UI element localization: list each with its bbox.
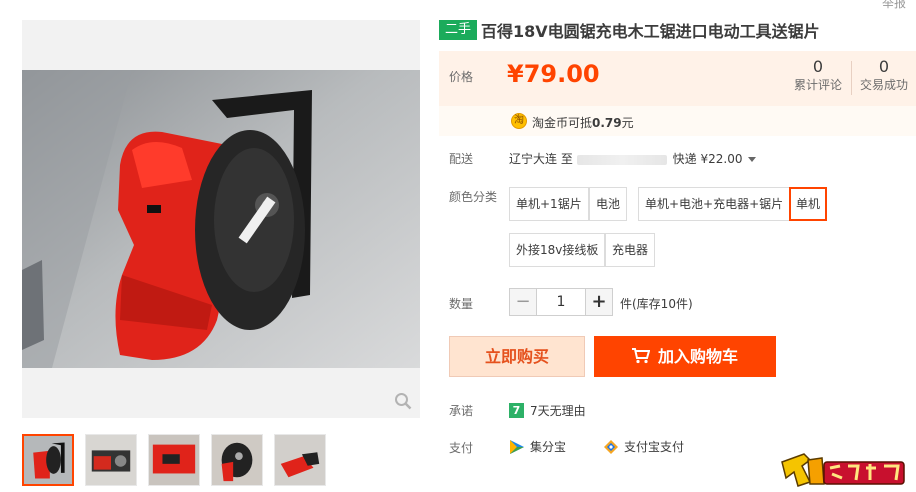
price-panel: 价格 ¥79.00 0 累计评论 0 交易成功	[439, 51, 916, 106]
shipping-fee: 快递 ¥22.00	[672, 152, 743, 166]
jifenbao-icon	[510, 439, 524, 454]
coin-amount: 0.79	[592, 116, 622, 130]
price-label: 价格	[449, 70, 474, 84]
watermark-logo	[781, 453, 905, 487]
stat-divider	[851, 61, 852, 95]
add-to-cart-button[interactable]: 加入购物车	[594, 336, 776, 377]
destination-blur	[576, 154, 667, 165]
sku-label: 颜色分类	[449, 190, 498, 204]
add-to-cart-label: 加入购物车	[657, 347, 738, 366]
sku-option-3[interactable]: 单机+电池+充电器+锯片	[638, 187, 791, 221]
thumbnail-3[interactable]	[148, 434, 200, 486]
promise-text: 7天无理由	[530, 404, 586, 418]
chevron-down-icon[interactable]	[748, 157, 757, 162]
report-link[interactable]: 举报	[882, 0, 906, 11]
sku-option-4[interactable]: 单机	[789, 187, 828, 221]
coin-suffix: 元	[621, 116, 634, 130]
deal-count-number: 0	[878, 57, 890, 76]
promise-label: 承诺	[449, 404, 474, 418]
stock-info: 件(库存10件)	[620, 297, 693, 311]
promise-item[interactable]: 7 7天无理由	[509, 402, 586, 419]
payment-jifenbao[interactable]: 集分宝	[509, 438, 566, 455]
shipping-info[interactable]: 辽宁大连 至 快递 ¥22.00	[509, 150, 757, 167]
sku-option-1[interactable]: 单机+1锯片	[509, 187, 589, 221]
main-image-area[interactable]	[22, 20, 420, 418]
sku-option-2[interactable]: 电池	[589, 187, 628, 221]
sku-option-5[interactable]: 外接18v接线板	[509, 233, 606, 267]
thumbnail-2[interactable]	[85, 434, 137, 486]
quantity-minus-button[interactable]: −	[509, 288, 537, 316]
thumbnail-5[interactable]	[274, 434, 326, 486]
quantity-label: 数量	[449, 297, 474, 311]
coin-text: 淘金币可抵0.79元	[532, 114, 634, 131]
shipping-label: 配送	[449, 152, 474, 166]
review-count[interactable]: 0 累计评论	[794, 57, 842, 93]
review-count-number: 0	[812, 57, 824, 76]
payment-label: 支付	[449, 441, 474, 455]
used-badge: 二手	[439, 20, 478, 40]
quantity-input[interactable]: 1	[537, 288, 585, 316]
payment-alipay[interactable]: 支付宝支付	[603, 438, 684, 455]
taobao-coin-row: 淘 淘金币可抵0.79元	[439, 106, 916, 136]
title-row: 二手 百得18V电圆锯充电木工锯进口电动工具送锯片	[439, 19, 820, 41]
review-count-label: 累计评论	[794, 78, 843, 92]
cart-icon	[631, 348, 650, 364]
product-title: 百得18V电圆锯充电木工锯进口电动工具送锯片	[481, 22, 820, 41]
seven-days-icon: 7	[509, 403, 524, 418]
zoom-icon[interactable]	[394, 392, 412, 410]
alipay-icon	[604, 439, 618, 454]
thumbnail-4[interactable]	[211, 434, 263, 486]
thumbnail-1[interactable]	[22, 434, 74, 486]
jifenbao-label: 集分宝	[530, 440, 567, 454]
buy-now-button[interactable]: 立即购买	[449, 336, 585, 377]
sku-option-6[interactable]: 充电器	[605, 233, 656, 267]
shipping-from: 辽宁大连 至	[509, 152, 573, 166]
alipay-label: 支付宝支付	[624, 440, 685, 454]
quantity-plus-button[interactable]: +	[585, 288, 613, 316]
coin-icon: 淘	[511, 113, 527, 129]
price-value: ¥79.00	[507, 60, 600, 88]
quantity-stepper: − 1 +	[509, 288, 613, 316]
product-photo	[22, 70, 420, 368]
deal-count: 0 交易成功	[860, 57, 908, 93]
deal-count-label: 交易成功	[860, 78, 909, 92]
coin-prefix: 淘金币可抵	[532, 116, 593, 130]
